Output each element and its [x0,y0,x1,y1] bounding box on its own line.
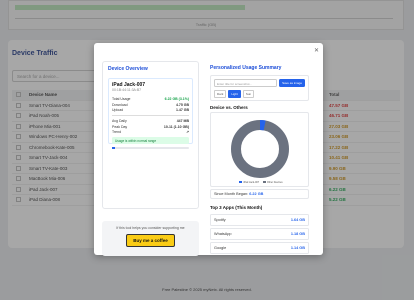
upload-label: Upload [112,108,124,112]
screenshot-box: Enter title for screenshot... Save as im… [210,75,309,101]
usage-summary-title: Personalized Usage Summary [210,65,282,71]
donut-svg [231,120,289,178]
since-label: Since Month Began: [214,192,249,196]
footer: Free Palestine © 2025 myNetx. All rights… [162,287,252,292]
donut-slice-others [231,120,289,178]
save-image-button[interactable]: Save as image [279,79,305,87]
app-value: 1.64 GB [290,218,305,222]
legend-swatch-others [262,181,266,184]
legend-others: Other Devices [266,181,283,184]
peak-value: 10-11 (1.10 GB) [163,124,189,129]
close-icon[interactable]: ✕ [314,47,319,54]
total-label: Total Usage [112,97,131,101]
trend-icon: ↗ [186,130,189,134]
peak-label: Peak Day [112,124,128,129]
download-value: 4.75 GB [175,102,189,107]
since-month-box: Since Month Began: 6.22 GB [210,189,309,199]
app-row: Google 1.14 GB [210,242,309,254]
usage-slider [112,147,189,149]
app-row: Spotify 1.64 GB [210,214,309,226]
device-mac: 00:1B:44:11:3A:B7 [112,88,142,92]
theme-dark-button[interactable]: Dark [214,90,227,98]
apps-title: Top 3 Apps (This Month) [210,205,263,210]
device-overview-title: Device Overview [108,66,148,72]
upload-value: 1.47 GB [175,108,189,112]
usage-alert: Usage is within normal range [112,137,189,144]
screenshot-title-input[interactable]: Enter title for screenshot... [214,79,278,87]
app-row: WhatsApp 1.18 GB [210,228,309,240]
compare-title: Device vs. Others [210,105,248,110]
device-info-card: iPad Jack-007 00:1B:44:11:3A:B7 Total Us… [108,78,193,149]
total-value: 6.22 GB (3.1%) [164,97,189,101]
apps-list: Spotify 1.64 GB WhatsApp 1.18 GB Google 1.1… [210,214,309,254]
app-name: Google [214,246,227,250]
app-value: 1.14 GB [290,246,305,250]
app-value: 1.18 GB [290,232,305,236]
buy-coffee-button[interactable]: Buy me a coffee [126,234,175,247]
since-value: 6.22 GB [249,192,264,196]
legend-swatch-device [239,181,243,184]
theme-light-button[interactable]: Light [228,90,241,98]
avg-label: Avg Daily [112,119,127,123]
support-text: If this tool helps you consider supporti… [116,226,185,230]
trend-label: Trend [112,130,122,134]
usage-summary-panel: Personalized Usage Summary Enter title f… [204,61,315,254]
download-label: Download [112,102,128,107]
app-name: Spotify [214,218,226,222]
donut-legend: iPad Jack-007 Other Devices [211,181,308,184]
theme-sun-button[interactable]: Sun [242,90,255,98]
avg-value: 447 MB [176,119,189,123]
device-overview-panel: Device Overview iPad Jack-007 00:1B:44:1… [102,61,199,209]
divider [112,115,189,116]
support-box: If this tool helps you consider supporti… [102,221,199,256]
usage-donut-chart: iPad Jack-007 Other Devices [210,112,309,187]
device-modal: ✕ Device Overview iPad Jack-007 00:1B:44… [94,43,323,256]
usage-slider-fill [112,147,115,149]
app-name: WhatsApp [214,232,232,236]
legend-device: iPad Jack-007 [243,181,260,184]
